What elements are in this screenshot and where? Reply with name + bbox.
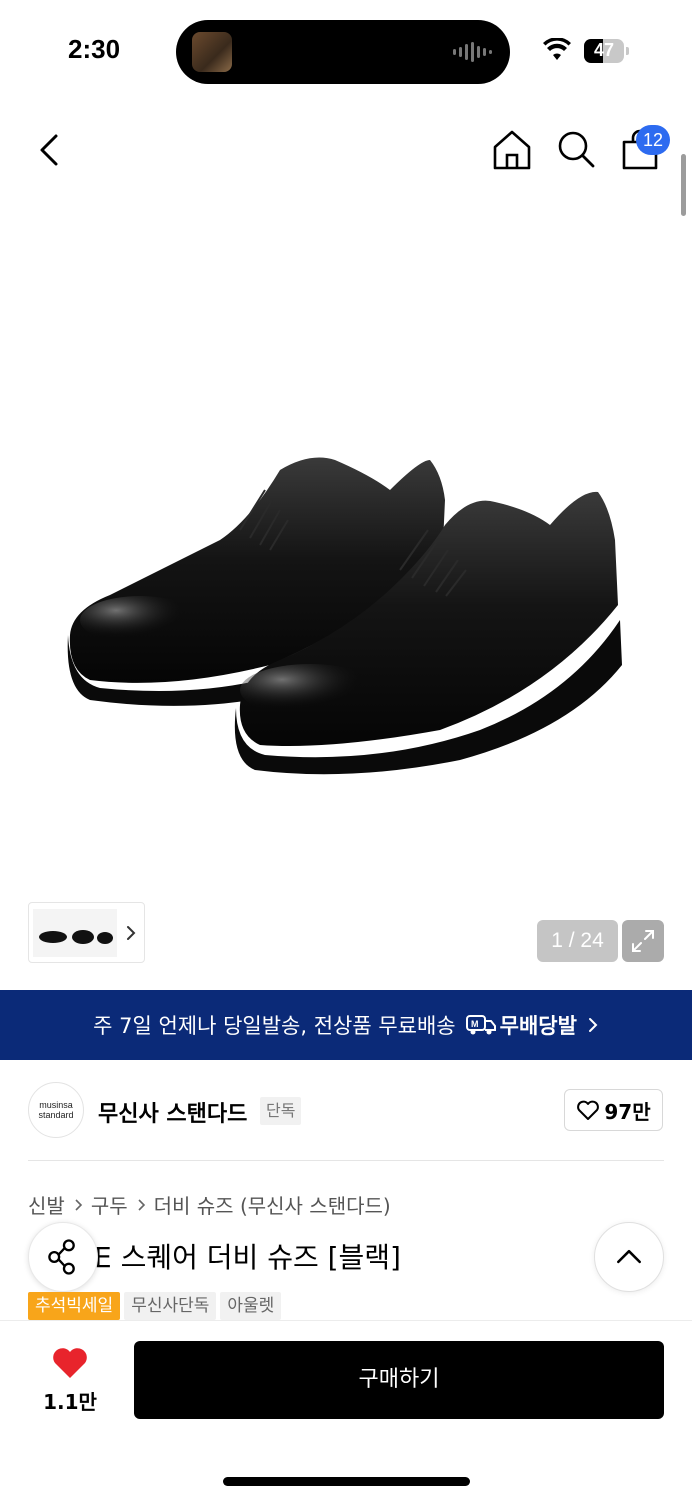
chevron-right-icon [127, 926, 136, 940]
brand-name[interactable]: 무신사 스탠다드 [98, 1096, 247, 1128]
status-time: 2:30 [68, 34, 121, 64]
delivery-truck-icon: M [465, 1015, 496, 1035]
share-icon[interactable] [28, 1222, 98, 1292]
like-count: 1.1만 [43, 1390, 97, 1414]
breadcrumb-item[interactable]: 구두 [91, 1190, 128, 1219]
product-tags: 추석빅세일 무신사단독 아울렛 [28, 1292, 282, 1320]
home-icon[interactable] [490, 128, 534, 172]
chevron-right-icon [588, 1018, 598, 1032]
home-indicator [223, 1477, 470, 1486]
heart-outline-icon [577, 1100, 600, 1120]
breadcrumb: 신발 구두 더비 슈즈 (무신사 스탠다드) [28, 1190, 391, 1219]
battery-level: 47 [593, 40, 615, 60]
banner-logo-text: 무배당발 [499, 1014, 577, 1038]
chevron-right-icon [75, 1198, 82, 1211]
thumbnail-strip[interactable] [28, 902, 145, 963]
image-pager: 1 / 24 [537, 920, 618, 962]
expand-icon[interactable] [622, 920, 664, 962]
chevron-right-icon [138, 1198, 145, 1211]
shipping-banner[interactable]: 주 7일 언제나 당일발송, 전상품 무료배송 M 무배당발 [0, 990, 692, 1060]
product-title: E 스퀘어 더비 슈즈 [블랙] [94, 1241, 401, 1274]
buy-button[interactable]: 구매하기 [134, 1341, 664, 1419]
cart-count-badge: 12 [636, 125, 670, 155]
status-bar: 2:30 47 [0, 0, 692, 100]
tag-outlet: 아울렛 [220, 1292, 282, 1320]
battery-icon: 47 [584, 39, 624, 63]
free-shipping-logo: M 무배당발 [465, 1010, 577, 1040]
product-image[interactable] [50, 430, 650, 780]
scroll-indicator [681, 154, 686, 216]
brand-exclusive-tag: 단독 [260, 1097, 302, 1125]
brand-logo-line2: standard [38, 1110, 74, 1120]
brand-logo-line1: musinsa [39, 1100, 73, 1110]
heart-filled-icon[interactable] [50, 1345, 90, 1381]
brand-like-count: 97만 [604, 1099, 651, 1124]
back-icon[interactable] [30, 128, 70, 172]
banner-text: 주 7일 언제나 당일발송, 전상품 무료배송 [93, 1014, 456, 1038]
search-icon[interactable] [554, 128, 598, 172]
audio-wave-icon [453, 42, 492, 62]
divider [28, 1160, 664, 1161]
breadcrumb-item[interactable]: 더비 슈즈 (무신사 스탠다드) [154, 1190, 391, 1219]
battery-nub [626, 47, 629, 55]
breadcrumb-item[interactable]: 신발 [28, 1190, 65, 1219]
thumbnail-image [33, 909, 117, 957]
dynamic-island[interactable] [176, 20, 510, 84]
now-playing-artwork [192, 32, 232, 72]
wifi-icon [543, 38, 571, 60]
tag-sale: 추석빅세일 [28, 1292, 121, 1320]
svg-text:M: M [471, 1019, 479, 1029]
tag-exclusive: 무신사단독 [124, 1292, 217, 1320]
brand-like-button[interactable]: 97만 [564, 1089, 663, 1131]
scroll-top-icon[interactable] [594, 1222, 664, 1292]
brand-logo[interactable]: musinsa standard [28, 1082, 84, 1138]
